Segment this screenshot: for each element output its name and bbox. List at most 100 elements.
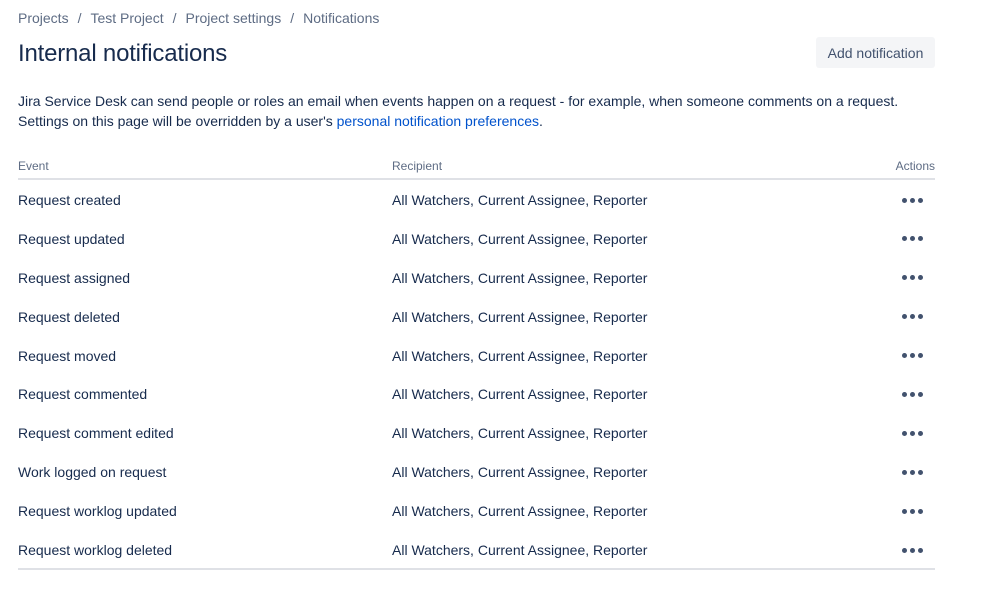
dot [917,547,923,553]
page-title: Internal notifications [18,40,228,67]
table-row: Request commented All Watchers, Current A… [18,374,935,413]
event-cell: Request moved [18,347,117,364]
more-horizontal-icon [901,353,923,359]
dot [909,547,915,553]
event-cell: Request deleted [18,308,120,325]
add-notification-button[interactable]: Add notification [816,37,935,68]
recipient-cell: All Watchers, Current Assignee, Reporter [392,269,648,286]
recipient-cell: All Watchers, Current Assignee, Reporter [392,503,648,520]
more-horizontal-icon [901,547,923,553]
more-actions-button[interactable] [897,383,927,405]
table-row: Request created All Watchers, Current Ass… [18,180,935,219]
dot [901,547,907,553]
recipient-cell: All Watchers, Current Assignee, Reporter [392,542,648,559]
table-row: Request comment edited All Watchers, Curr… [18,413,935,452]
dot [909,353,915,359]
table-row: Request deleted All Watchers, Current Ass… [18,297,935,336]
dot [917,314,923,320]
dot [901,353,907,359]
column-header-event: Event [18,159,49,173]
dot [901,236,907,242]
table-row: Request moved All Watchers, Current Assig… [18,336,935,375]
event-cell: Work logged on request [18,464,167,481]
column-header-actions: Actions [895,159,935,173]
breadcrumb-notifications[interactable]: Notifications [303,10,379,26]
breadcrumb-test-project[interactable]: Test Project [90,10,163,26]
breadcrumb-separator: / [290,10,295,26]
column-header-recipient: Recipient [392,159,443,173]
dot [901,391,907,397]
dot [917,353,923,359]
event-cell: Request worklog updated [18,503,177,520]
breadcrumb-separator: / [77,10,82,26]
dot [909,469,915,475]
dot [901,469,907,475]
dot [917,236,923,242]
dot [901,275,907,281]
more-actions-button[interactable] [897,461,927,483]
event-cell: Request worklog deleted [18,542,173,559]
table-row: Request assigned All Watchers, Current As… [18,258,935,297]
table-header: Event Recipient Actions [18,156,935,180]
recipient-cell: All Watchers, Current Assignee, Reporter [392,192,648,208]
event-cell: Request commented [18,386,148,403]
dot [909,275,915,281]
more-actions-button[interactable] [897,228,927,250]
table-row: Request worklog updated All Watchers, Cur… [18,491,935,530]
more-actions-button[interactable] [897,345,927,367]
more-actions-button[interactable] [897,539,927,561]
recipient-cell: All Watchers, Current Assignee, Reporter [392,347,648,364]
dot [909,508,915,514]
table-body: Request created All Watchers, Current Ass… [18,180,935,569]
dot [901,430,907,436]
notifications-table: Event Recipient Actions Request created A… [18,156,935,569]
breadcrumb-projects[interactable]: Projects [18,10,69,26]
description-end: . [538,112,543,129]
more-actions-button[interactable] [897,267,927,289]
more-actions-button[interactable] [897,422,927,444]
event-cell: Request updated [18,230,125,247]
dot [901,314,907,320]
dot [917,197,923,203]
table-row: Request updated All Watchers, Current Ass… [18,219,935,258]
more-horizontal-icon [901,391,923,397]
table-row: Request worklog deleted All Watchers, Cur… [18,530,935,569]
more-actions-button[interactable] [897,500,927,522]
dot [917,430,923,436]
more-horizontal-icon [901,275,923,281]
recipient-cell: All Watchers, Current Assignee, Reporter [392,425,648,442]
event-cell: Request assigned [18,269,131,286]
more-actions-button[interactable] [897,189,927,211]
page-description: Jira Service Desk can send people or rol… [18,92,935,131]
breadcrumb: Projects / Test Project / Project settin… [18,9,379,27]
dot [909,430,915,436]
dot [901,197,907,203]
dot [917,508,923,514]
more-horizontal-icon [901,469,923,475]
recipient-cell: All Watchers, Current Assignee, Reporter [392,230,648,247]
recipient-cell: All Watchers, Current Assignee, Reporter [392,308,648,325]
more-horizontal-icon [901,314,923,320]
event-cell: Request created [18,192,121,208]
dot [901,508,907,514]
dot [917,275,923,281]
personal-notification-preferences-link[interactable]: personal notification preferences [337,113,539,129]
dot [909,236,915,242]
more-horizontal-icon [901,430,923,436]
more-horizontal-icon [901,508,923,514]
table-row: Work logged on request All Watchers, Curr… [18,452,935,491]
dot [909,197,915,203]
event-cell: Request comment edited [18,425,174,442]
dot [909,314,915,320]
table-bottom-divider [18,568,935,570]
more-actions-button[interactable] [897,306,927,328]
dot [909,391,915,397]
dot [917,469,923,475]
more-horizontal-icon [901,197,923,203]
more-horizontal-icon [901,236,923,242]
recipient-cell: All Watchers, Current Assignee, Reporter [392,386,648,403]
recipient-cell: All Watchers, Current Assignee, Reporter [392,464,648,481]
dot [917,391,923,397]
breadcrumb-separator: / [172,10,177,26]
breadcrumb-project-settings[interactable]: Project settings [186,10,282,26]
